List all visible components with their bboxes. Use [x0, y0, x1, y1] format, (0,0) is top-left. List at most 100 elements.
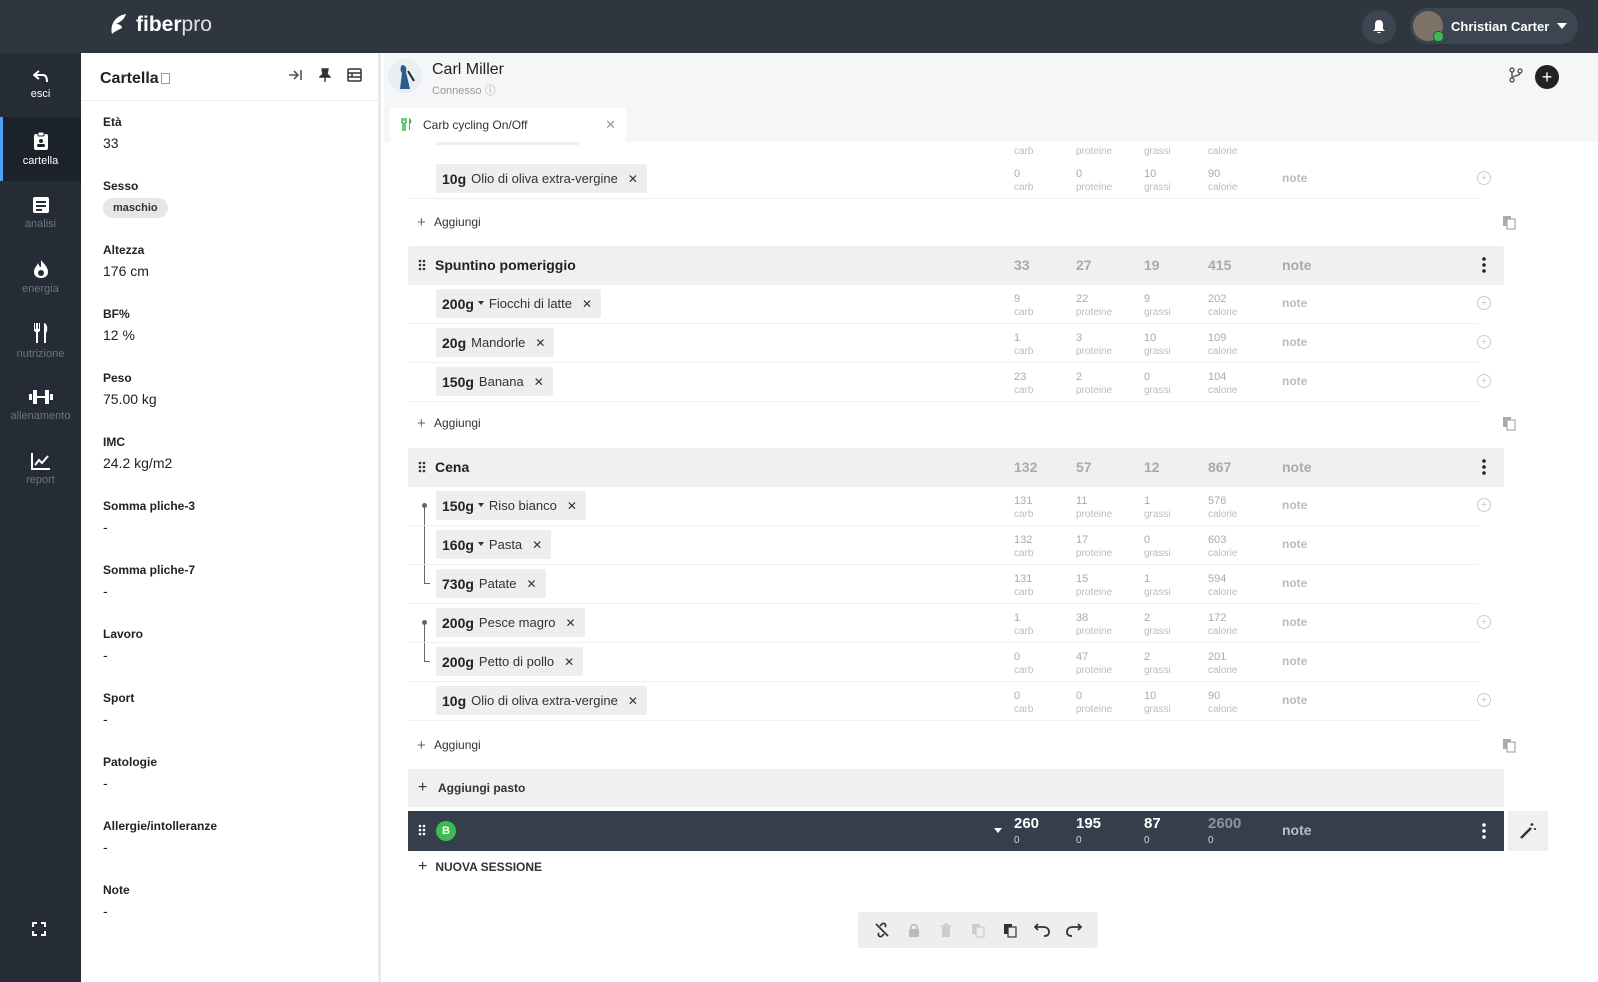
- session-badge[interactable]: B: [436, 821, 456, 841]
- drag-handle-icon[interactable]: [418, 460, 426, 478]
- note-field[interactable]: note: [1282, 654, 1307, 668]
- food-qty[interactable]: 200g: [442, 615, 474, 631]
- user-menu[interactable]: Christian Carter: [1410, 8, 1578, 44]
- paste-icon[interactable]: [1000, 920, 1020, 940]
- trash-icon[interactable]: [936, 920, 956, 940]
- meal-header-cena[interactable]: Cena 132 57 12 867 note: [408, 448, 1504, 487]
- food-chip[interactable]: 730g Patate ✕: [436, 569, 546, 598]
- remove-icon[interactable]: ✕: [564, 655, 574, 669]
- remove-icon[interactable]: ✕: [532, 538, 542, 552]
- more-vert-icon[interactable]: [1482, 823, 1486, 844]
- remove-icon[interactable]: ✕: [567, 499, 577, 513]
- meal-note[interactable]: note: [1282, 459, 1312, 475]
- fullscreen-button[interactable]: [32, 922, 46, 941]
- food-chip[interactable]: 150g Banana ✕: [436, 367, 553, 396]
- remove-icon[interactable]: ✕: [527, 577, 537, 591]
- note-field[interactable]: note: [1282, 296, 1307, 310]
- note-field[interactable]: note: [1282, 498, 1307, 512]
- caret-down-icon[interactable]: [477, 300, 484, 305]
- note-field[interactable]: note: [1282, 335, 1307, 349]
- app-logo[interactable]: fiber pro: [108, 12, 212, 38]
- food-qty[interactable]: 10g: [442, 693, 466, 709]
- food-chip[interactable]: 200g Pesce magro ✕: [436, 608, 585, 637]
- food-qty[interactable]: 20g: [442, 335, 466, 351]
- food-chip[interactable]: 20g Mandorle ✕: [436, 328, 555, 357]
- add-button[interactable]: +: [1535, 65, 1559, 89]
- more-vert-icon[interactable]: [1482, 459, 1486, 480]
- session-note[interactable]: note: [1282, 822, 1312, 838]
- add-food-row[interactable]: + Aggiungi: [408, 207, 1516, 237]
- add-circle-icon[interactable]: +: [1477, 693, 1491, 707]
- more-vert-icon[interactable]: [1482, 257, 1486, 278]
- layout-toggle-icon[interactable]: [347, 68, 362, 85]
- remove-icon[interactable]: ✕: [534, 375, 544, 389]
- food-qty[interactable]: 200g: [442, 654, 474, 670]
- food-qty[interactable]: 10g: [442, 171, 466, 187]
- add-circle-icon[interactable]: +: [1477, 498, 1491, 512]
- nav-cartella[interactable]: cartella: [0, 117, 81, 181]
- redo-icon[interactable]: [1064, 920, 1084, 940]
- drag-handle-icon[interactable]: [418, 258, 426, 276]
- food-chip[interactable]: 150g Riso bianco ✕: [436, 491, 586, 520]
- undo-icon[interactable]: [1032, 920, 1052, 940]
- paste-icon[interactable]: [1502, 215, 1516, 233]
- add-circle-icon[interactable]: +: [1477, 171, 1491, 185]
- meal-header-spuntino[interactable]: Spuntino pomeriggio 33 27 19 415 note: [408, 246, 1504, 285]
- add-circle-icon[interactable]: +: [1477, 335, 1491, 349]
- food-qty[interactable]: 150g: [442, 498, 474, 514]
- unit-label: proteine: [1076, 385, 1113, 396]
- food-chip[interactable]: 160g Pasta ✕: [436, 530, 552, 559]
- lock-icon[interactable]: [904, 920, 924, 940]
- paste-icon[interactable]: [1502, 416, 1516, 434]
- nav-allenamento[interactable]: allenamento: [0, 373, 81, 437]
- close-icon[interactable]: ✕: [605, 117, 616, 133]
- remove-icon[interactable]: ✕: [535, 336, 545, 350]
- note-field[interactable]: note: [1282, 171, 1307, 185]
- collapse-panel-icon[interactable]: [288, 68, 302, 84]
- unlink-icon[interactable]: [872, 920, 892, 940]
- notifications-button[interactable]: [1362, 10, 1396, 44]
- remove-icon[interactable]: ✕: [566, 616, 576, 630]
- client-avatar[interactable]: [388, 59, 422, 93]
- tab-carb-cycling[interactable]: Carb cycling On/Off ✕: [390, 108, 626, 142]
- remove-icon[interactable]: ✕: [628, 172, 638, 186]
- food-qty[interactable]: 160g: [442, 537, 474, 553]
- food-qty[interactable]: 730g: [442, 576, 474, 592]
- nav-report[interactable]: report: [0, 437, 81, 501]
- note-field[interactable]: note: [1282, 693, 1307, 707]
- note-field[interactable]: note: [1282, 374, 1307, 388]
- chevron-down-icon[interactable]: [994, 828, 1002, 833]
- caret-down-icon[interactable]: [477, 541, 484, 546]
- food-chip[interactable]: 10g Olio di oliva extra-vergine ✕: [436, 686, 647, 715]
- food-chip[interactable]: 10g Olio di oliva extra-vergine ✕: [436, 164, 647, 193]
- copy-icon[interactable]: [968, 920, 988, 940]
- note-field[interactable]: note: [1282, 615, 1307, 629]
- food-chip[interactable]: 200g Fiocchi di latte ✕: [436, 289, 602, 318]
- paste-icon[interactable]: [1502, 738, 1516, 756]
- add-food-row[interactable]: + Aggiungi: [408, 730, 1516, 760]
- new-session-button[interactable]: + NUOVA SESSIONE: [418, 858, 542, 876]
- pin-icon[interactable]: [318, 68, 332, 85]
- drag-handle-icon[interactable]: [418, 823, 426, 841]
- nav-energia[interactable]: energia: [0, 245, 81, 309]
- magic-wand-button[interactable]: [1508, 811, 1548, 851]
- nav-nutrizione[interactable]: nutrizione: [0, 309, 81, 373]
- nav-esci[interactable]: esci: [0, 53, 81, 117]
- add-circle-icon[interactable]: +: [1477, 296, 1491, 310]
- food-qty[interactable]: 200g: [442, 296, 474, 312]
- remove-icon[interactable]: ✕: [628, 694, 638, 708]
- caret-down-icon[interactable]: [477, 502, 484, 507]
- food-qty[interactable]: 150g: [442, 374, 474, 390]
- branch-icon[interactable]: [1509, 66, 1523, 88]
- note-field[interactable]: note: [1282, 576, 1307, 590]
- meal-note[interactable]: note: [1282, 257, 1312, 273]
- add-circle-icon[interactable]: +: [1477, 615, 1491, 629]
- session-summary-bar[interactable]: B 260 0 195 0 87 0 2600 0 note: [408, 811, 1504, 851]
- add-food-row[interactable]: + Aggiungi: [408, 408, 1516, 438]
- food-chip[interactable]: 200g Petto di pollo ✕: [436, 647, 584, 676]
- remove-icon[interactable]: ✕: [582, 297, 592, 311]
- add-meal-button[interactable]: + Aggiungi pasto: [408, 769, 1504, 807]
- nav-analisi[interactable]: analisi: [0, 181, 81, 245]
- note-field[interactable]: note: [1282, 537, 1307, 551]
- add-circle-icon[interactable]: +: [1477, 374, 1491, 388]
